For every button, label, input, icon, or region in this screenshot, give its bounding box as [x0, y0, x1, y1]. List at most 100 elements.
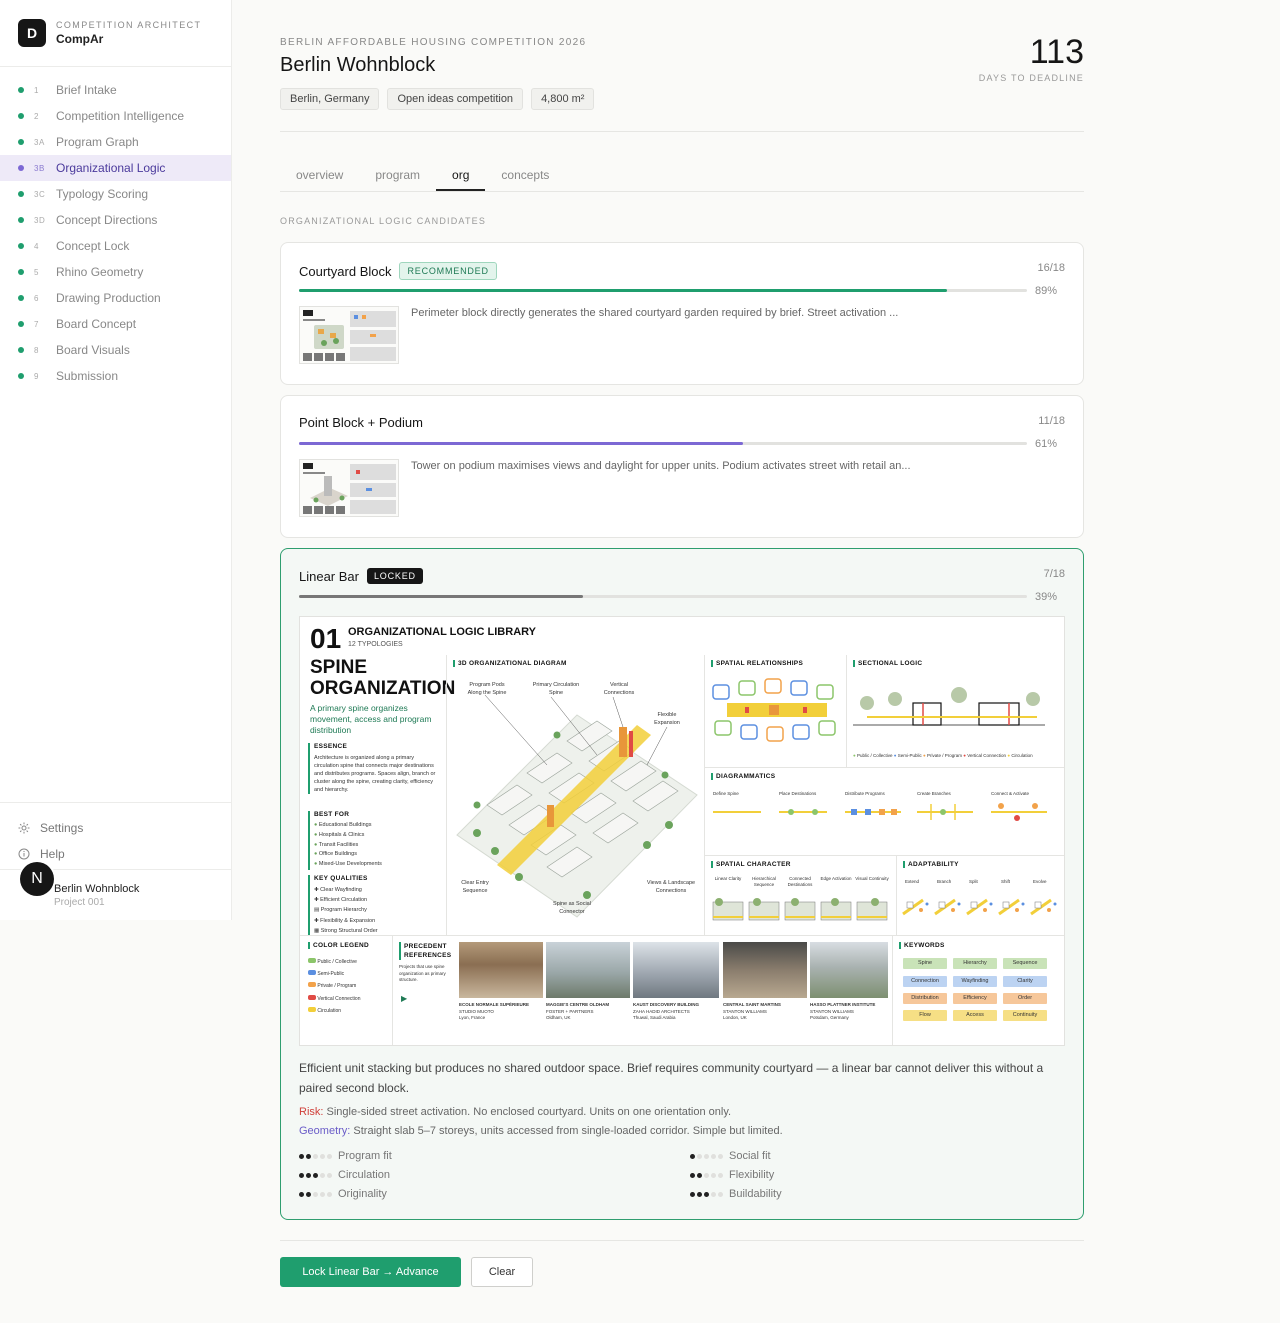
- gear-icon: [18, 822, 30, 834]
- board-sectional-logic: SECTIONAL LOGIC ● Public / Collective ● …: [846, 655, 1064, 767]
- board-spatial-relationships: SPATIAL RELATIONSHIPS: [704, 655, 846, 767]
- precedent-photo[interactable]: [546, 942, 630, 998]
- lock-advance-button[interactable]: Lock Linear Bar → Advance: [280, 1257, 461, 1287]
- board-legend-list: Public / Collective Semi-Public Private …: [308, 956, 360, 1017]
- tab-org[interactable]: org: [436, 160, 486, 191]
- step-label: Board Visuals: [56, 343, 130, 357]
- board-color-legend: COLOR LEGEND Public / Collective Semi-Pu…: [300, 935, 392, 1045]
- score-bar: [299, 442, 1027, 445]
- page-header: BERLIN AFFORDABLE HOUSING COMPETITION 20…: [280, 0, 1084, 132]
- precedent-photo[interactable]: [723, 942, 807, 998]
- step-typology-scoring[interactable]: 3C Typology Scoring: [0, 181, 231, 207]
- key-quality-label: Efficient Circulation: [320, 897, 368, 904]
- step-number: 4: [34, 241, 39, 251]
- legend-item: Semi-Public: [308, 968, 360, 980]
- candidate-thumbnail[interactable]: [299, 306, 399, 364]
- precedent-place: Oldham, UK: [546, 1015, 571, 1020]
- precedent-firm: ZAHA HADID ARCHITECTS: [633, 1008, 690, 1014]
- step-label: Submission: [56, 369, 119, 383]
- step-brief-intake[interactable]: 1 Brief Intake: [0, 77, 231, 103]
- best-for-item: ● Mixed-Use Developments: [314, 861, 382, 868]
- step-number: 6: [34, 293, 39, 303]
- rating-dot: [690, 1191, 695, 1197]
- precedent-caption: MAGGIE'S CENTRE OLDHAM FOSTER + PARTNERS O…: [546, 1002, 630, 1022]
- precedent-photo[interactable]: [459, 942, 543, 998]
- step-number: 5: [34, 267, 39, 277]
- precedent-photo[interactable]: [810, 942, 888, 998]
- key-quality-label: Flexibility & Expansion: [320, 917, 376, 924]
- rating-dot: [299, 1191, 304, 1197]
- diagram-label: Primary Circulation Spine: [532, 682, 580, 696]
- metric-label: Buildability: [729, 1188, 782, 1200]
- board-key-qualities-list: ✚ Clear Wayfinding ✚ Efficient Circulati…: [314, 885, 440, 936]
- legend-label: Semi-Public: [317, 971, 345, 978]
- tab-concepts[interactable]: concepts: [485, 160, 565, 191]
- step-number: 3B: [34, 163, 45, 173]
- precedent-place: Potsdam, Germany: [810, 1015, 849, 1020]
- keyword-tag: Connection: [903, 976, 947, 987]
- precedent-name: MAGGIE'S CENTRE OLDHAM: [546, 1002, 610, 1007]
- board-typology-name: SPINE ORGANIZATION: [310, 657, 455, 699]
- step-organizational-logic[interactable]: 3B Organizational Logic: [0, 155, 231, 181]
- candidate-card-point-block-podium[interactable]: Point Block + Podium 11/18 61% Tower on …: [280, 395, 1084, 538]
- step-program-graph[interactable]: 3A Program Graph: [0, 129, 231, 155]
- risk-line: Risk: Single-sided street activation. No…: [299, 1106, 731, 1118]
- board-name-line2: ORGANIZATION: [310, 678, 456, 699]
- candidate-percent: 89%: [1034, 285, 1057, 297]
- step-number: 3D: [34, 215, 46, 225]
- step-board-concept[interactable]: 7 Board Concept: [0, 311, 231, 337]
- board-diagrammatics: DIAGRAMMATICS Define Spine Place Destina…: [704, 767, 1064, 855]
- step-rhino-geometry[interactable]: 5 Rhino Geometry: [0, 259, 231, 285]
- rating-dots: [299, 1191, 332, 1197]
- board-legend-heading: COLOR LEGEND: [308, 942, 369, 949]
- key-quality-item: ✚ Efficient Circulation: [314, 897, 368, 904]
- step-board-visuals[interactable]: 8 Board Visuals: [0, 337, 231, 363]
- step-competition-intelligence[interactable]: 2 Competition Intelligence: [0, 103, 231, 129]
- avatar[interactable]: N: [20, 862, 54, 896]
- board-key-qualities-heading: KEY QUALITIES: [314, 875, 368, 882]
- status-dot: [18, 113, 24, 119]
- step-submission[interactable]: 9 Submission: [0, 363, 231, 389]
- key-quality-item: ✚ Flexibility & Expansion: [314, 917, 376, 924]
- section-drawing: [853, 687, 1045, 726]
- geometry-text: Straight slab 5–7 storeys, units accesse…: [350, 1125, 783, 1137]
- sidebar: D COMPETITION ARCHITECT CompAr 1 Brief In…: [0, 0, 232, 920]
- candidate-title: Point Block + Podium: [299, 415, 423, 430]
- legend-label: Circulation: [317, 1007, 342, 1014]
- brand-logo[interactable]: D: [18, 19, 46, 47]
- candidate-thumbnail[interactable]: [299, 459, 399, 517]
- project-switcher[interactable]: N Berlin Wohnblock Project 001: [0, 862, 231, 920]
- tab-overview[interactable]: overview: [280, 160, 359, 191]
- clear-button[interactable]: Clear: [471, 1257, 533, 1287]
- keyword-tag: Wayfinding: [953, 976, 997, 987]
- legend-item: Private / Program: [308, 980, 360, 992]
- project-name: Berlin Wohnblock: [54, 882, 140, 895]
- rating-dot: [690, 1172, 695, 1178]
- board-3d-diagram: 3D ORGANIZATIONAL DIAGRAM Program Pods A…: [446, 655, 704, 935]
- precedent-place: London, UK: [723, 1015, 747, 1020]
- spatial-character-sketches: [712, 898, 888, 921]
- status-dot: [18, 217, 24, 223]
- geometry-line: Geometry: Straight slab 5–7 storeys, uni…: [299, 1125, 783, 1137]
- step-label: Organizational Logic: [56, 161, 166, 175]
- candidate-card-courtyard-block[interactable]: Courtyard Block RECOMMENDED 16/18 89% Pe…: [280, 242, 1084, 385]
- settings-link[interactable]: Settings: [0, 815, 231, 841]
- rating-dot: [718, 1172, 723, 1178]
- concept-board-image[interactable]: 01 ORGANIZATIONAL LOGIC LIBRARY 12 TYPOL…: [299, 616, 1065, 1046]
- precedent-photo[interactable]: [633, 942, 719, 998]
- key-quality-label: Clear Wayfinding: [320, 887, 362, 893]
- project-chips: Berlin, Germany Open ideas competition 4…: [280, 88, 595, 110]
- score-bar-fill: [299, 595, 583, 598]
- legend-item: Public / Collective: [308, 956, 360, 968]
- diagrammatics-sequence: [713, 803, 1047, 821]
- rating-dot: [327, 1172, 332, 1178]
- step-drawing-production[interactable]: 6 Drawing Production: [0, 285, 231, 311]
- step-concept-directions[interactable]: 3D Concept Directions: [0, 207, 231, 233]
- step-concept-lock[interactable]: 4 Concept Lock: [0, 233, 231, 259]
- candidate-card-linear-bar[interactable]: Linear Bar LOCKED 7/18 39% 01 ORGANIZATI…: [280, 548, 1084, 1220]
- candidate-title: Linear Bar: [299, 568, 359, 584]
- board-precedent-text: Projects that use spine organization as …: [399, 964, 446, 982]
- tab-program[interactable]: program: [359, 160, 436, 191]
- legend-item: Circulation: [308, 1005, 360, 1017]
- sidebar-footer: Settings Help: [0, 802, 231, 867]
